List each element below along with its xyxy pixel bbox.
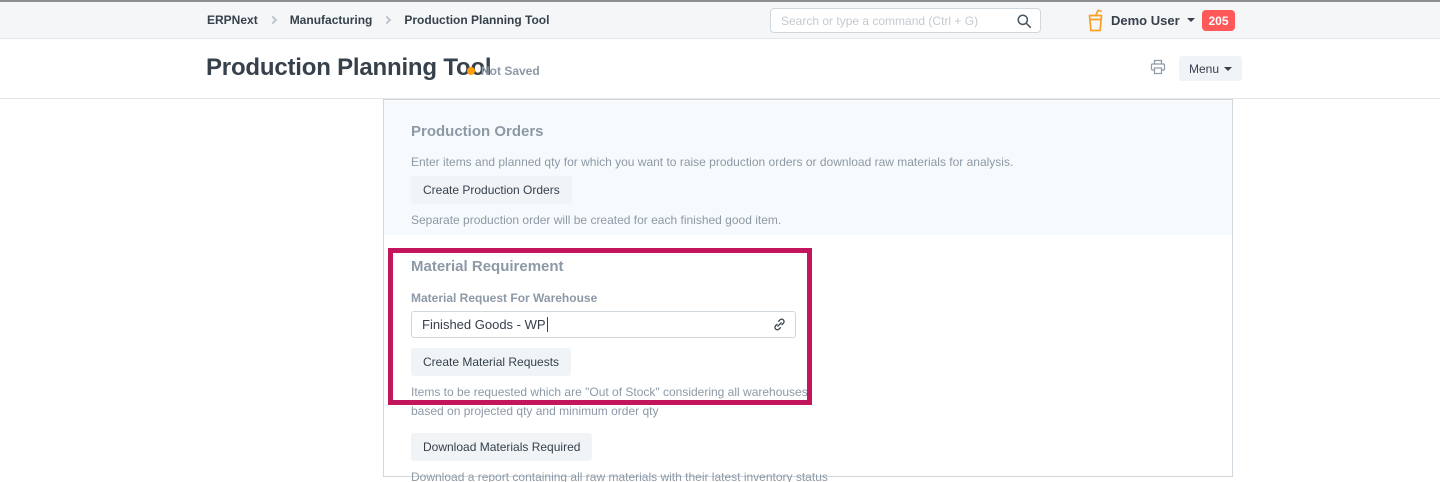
user-menu[interactable]: Demo User (1111, 2, 1195, 38)
status-dot-icon (467, 67, 475, 75)
navbar-search (770, 8, 1041, 33)
production-orders-heading: Production Orders (411, 123, 1205, 140)
printer-icon (1150, 63, 1166, 78)
download-materials-required-button[interactable]: Download Materials Required (411, 433, 592, 461)
breadcrumb-item-erpnext[interactable]: ERPNext (207, 13, 258, 27)
create-production-orders-button[interactable]: Create Production Orders (411, 176, 572, 204)
search-icon[interactable] (1016, 13, 1032, 34)
user-avatar-juice-icon[interactable] (1086, 9, 1105, 37)
page-head: Production Planning Tool Not Saved Menu (0, 39, 1440, 99)
chevron-right-icon (383, 16, 391, 24)
user-name: Demo User (1111, 13, 1180, 28)
production-orders-note: Separate production order will be create… (411, 212, 1205, 229)
screen: ERPNext Manufacturing Production Plannin… (0, 0, 1440, 482)
chevron-right-icon (268, 16, 276, 24)
form-card: Production Orders Enter items and planne… (383, 99, 1233, 477)
link-icon[interactable] (772, 317, 787, 335)
download-note: Download a report containing all raw mat… (411, 469, 1205, 482)
warehouse-input-value: Finished Goods - WP (422, 317, 546, 332)
caret-down-icon (1187, 18, 1195, 22)
search-input[interactable] (771, 9, 1040, 32)
material-requirement-note: Items to be requested which are "Out of … (411, 383, 1205, 420)
breadcrumb: ERPNext Manufacturing Production Plannin… (207, 2, 549, 38)
caret-down-icon (1224, 67, 1232, 71)
section-production-orders: Production Orders Enter items and planne… (384, 100, 1232, 235)
breadcrumb-item-manufacturing[interactable]: Manufacturing (290, 13, 373, 27)
notification-badge[interactable]: 205 (1202, 10, 1235, 31)
status-text: Not Saved (481, 64, 540, 78)
production-orders-description: Enter items and planned qty for which yo… (411, 154, 1205, 171)
warehouse-input[interactable]: Finished Goods - WP (411, 311, 796, 338)
section-material-requirement: Material Requirement Material Request Fo… (384, 235, 1232, 482)
page-title: Production Planning Tool (206, 54, 491, 82)
print-button[interactable] (1150, 59, 1166, 78)
material-requirement-note-line1: Items to be requested which are "Out of … (411, 383, 1205, 402)
text-cursor (547, 317, 548, 332)
menu-button[interactable]: Menu (1179, 56, 1242, 81)
status-indicator: Not Saved (467, 64, 540, 78)
warehouse-field-label: Material Request For Warehouse (411, 291, 1205, 305)
create-material-requests-button[interactable]: Create Material Requests (411, 348, 571, 376)
material-requirement-heading: Material Requirement (411, 258, 1205, 275)
navbar: ERPNext Manufacturing Production Plannin… (0, 2, 1440, 39)
breadcrumb-item-production-planning-tool[interactable]: Production Planning Tool (404, 13, 549, 27)
material-requirement-note-line2: based on projected qty and minimum order… (411, 402, 1205, 421)
menu-button-label: Menu (1189, 62, 1219, 76)
